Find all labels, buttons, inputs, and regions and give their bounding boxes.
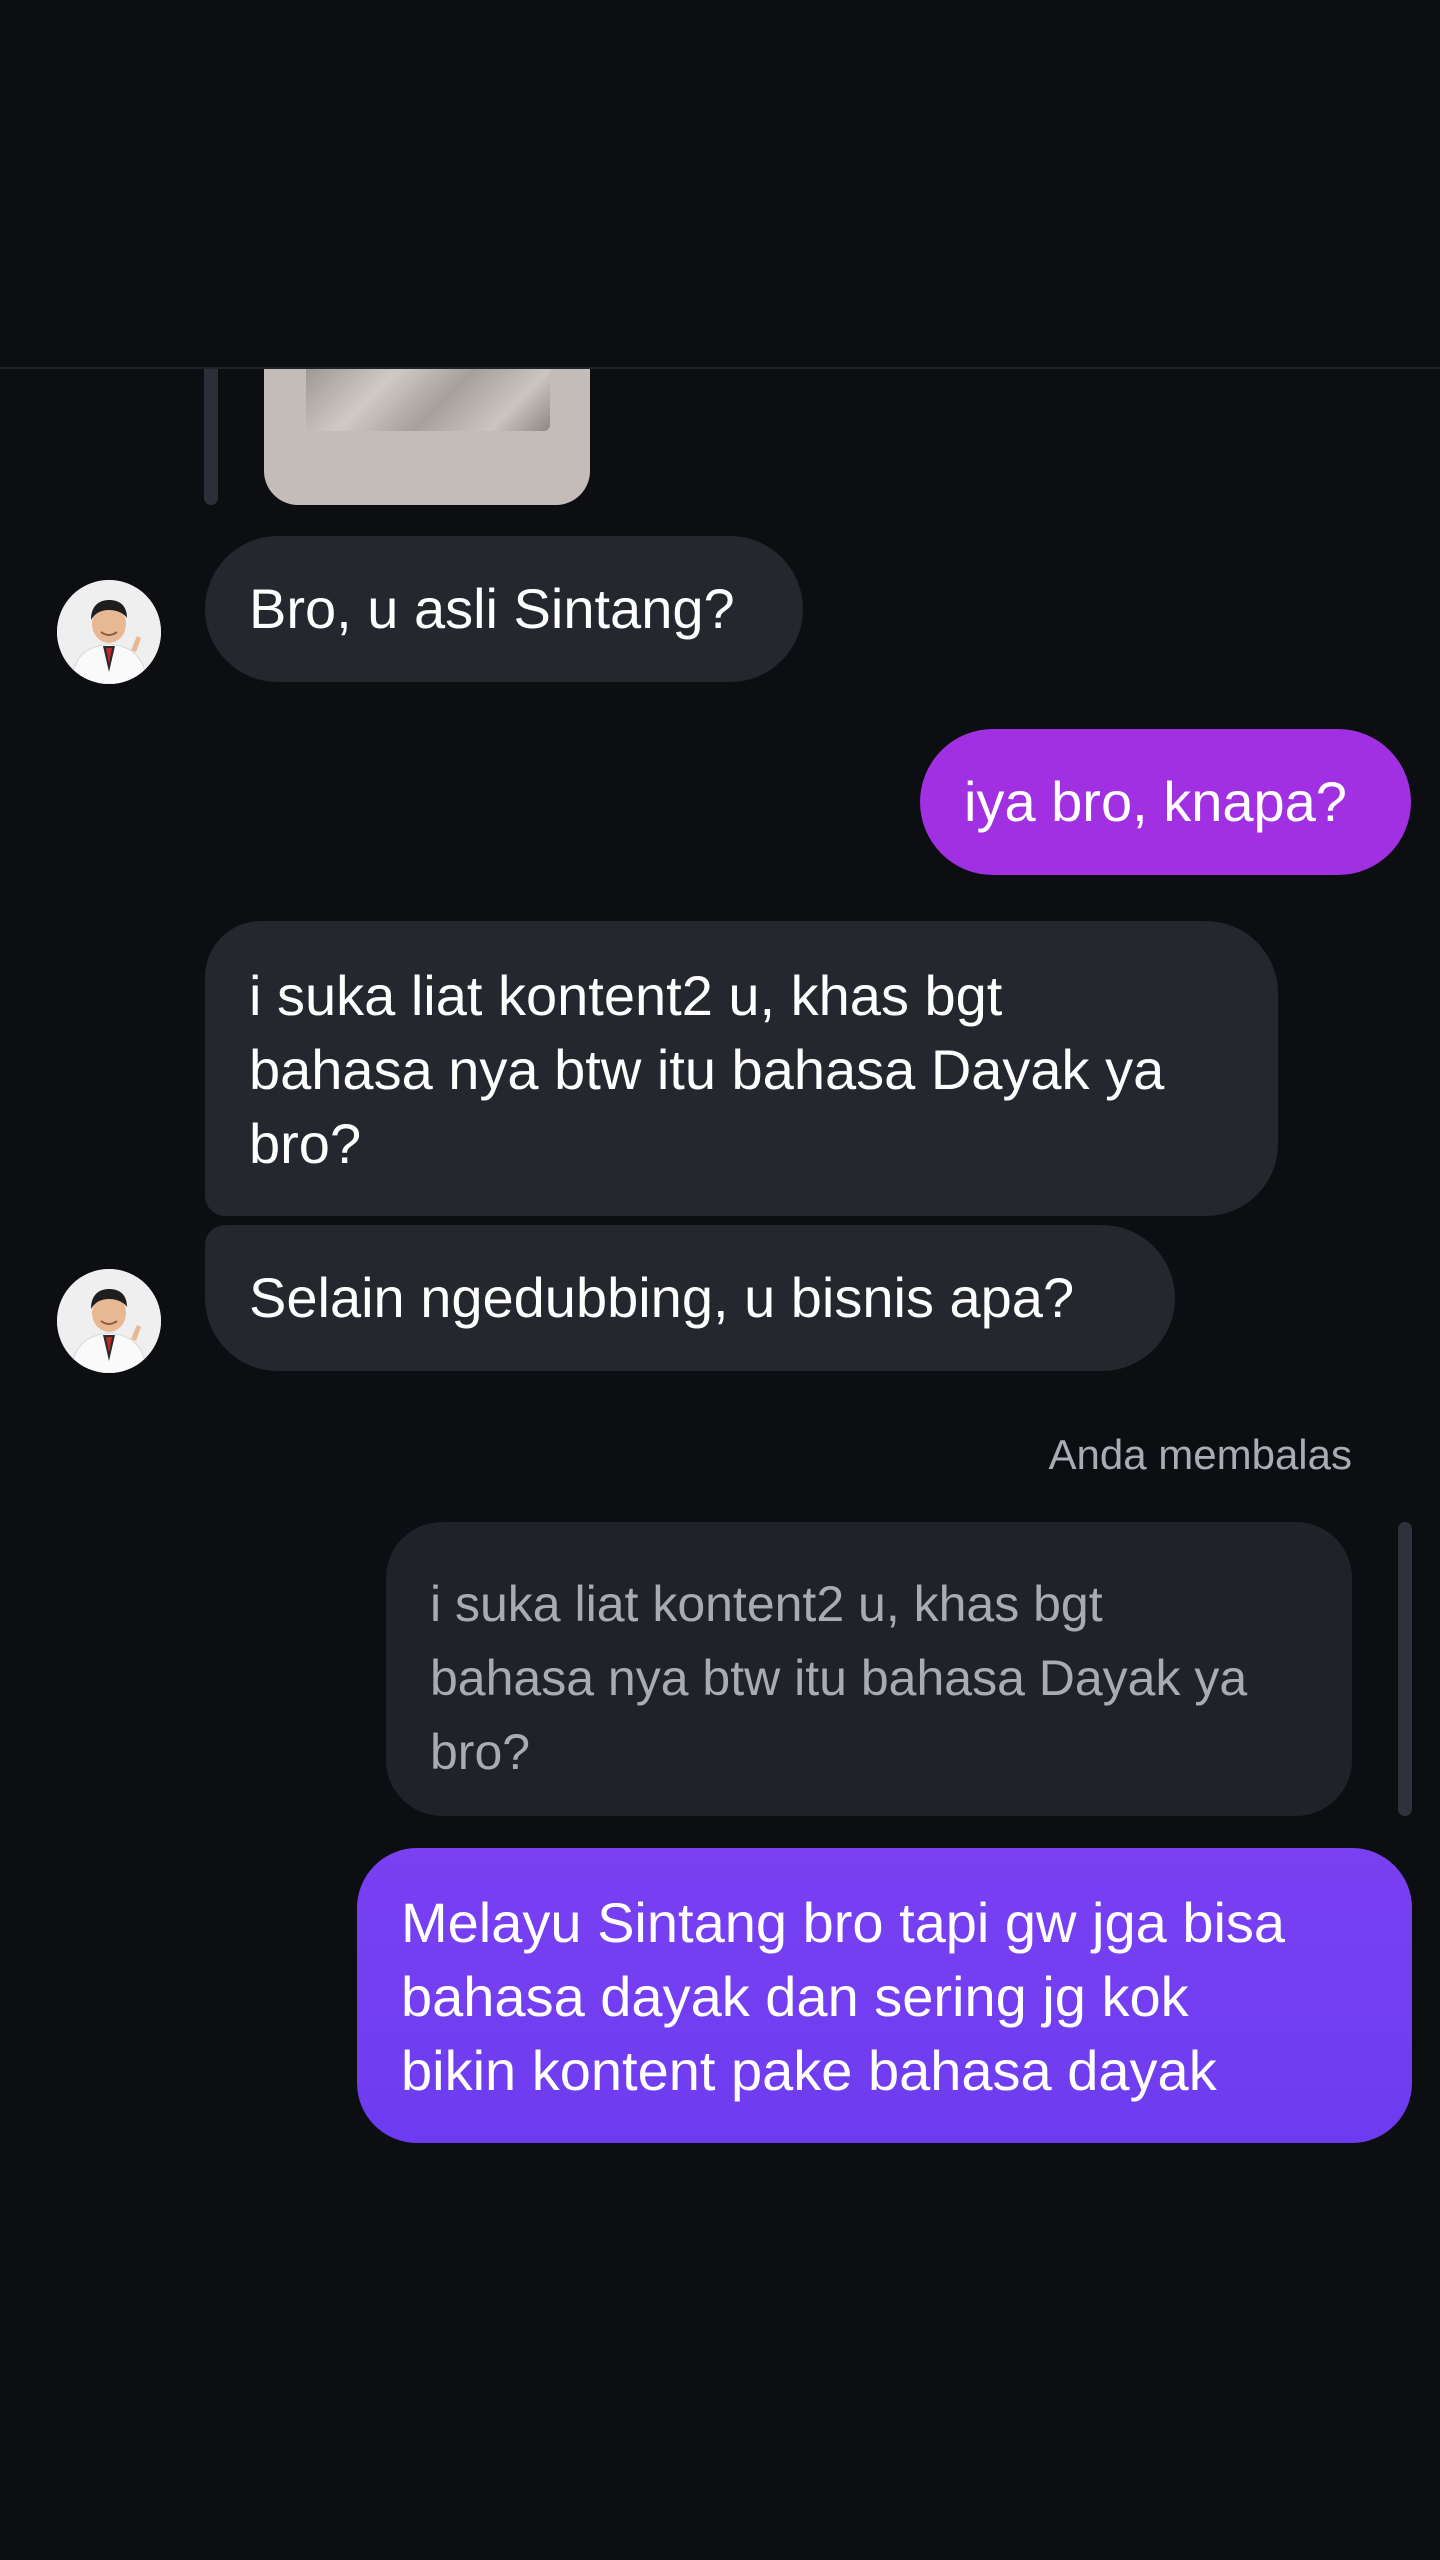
message-bubble-incoming[interactable]: Selain ngedubbing, u bisnis apa?	[205, 1225, 1175, 1371]
message-text: iya bro, knapa?	[964, 770, 1347, 833]
contact-avatar-image	[57, 1269, 161, 1373]
quote-indicator-bar	[1398, 1522, 1412, 1816]
message-text: Bro, u asli Sintang?	[249, 577, 735, 640]
quoted-message[interactable]: i suka liat kontent2 u, khas bgt bahasa …	[386, 1522, 1352, 1816]
message-text-line: bikin kontent pake bahasa dayak	[401, 2039, 1217, 2102]
message-bubble-outgoing[interactable]: iya bro, knapa?	[920, 729, 1411, 875]
quoted-text-line: bahasa nya btw itu bahasa Dayak ya	[430, 1650, 1248, 1706]
message-text-line: bro?	[249, 1112, 362, 1175]
image-attachment-preview[interactable]	[264, 369, 590, 505]
message-text-line: Melayu Sintang bro tapi gw jga bisa	[401, 1891, 1286, 1954]
image-attachment-thumbnail[interactable]	[306, 369, 550, 431]
quoted-text-line: bro?	[430, 1724, 531, 1780]
message-text-line: bahasa dayak dan sering jg kok	[401, 1965, 1189, 2028]
message-text-line: i suka liat kontent2 u, khas bgt	[249, 964, 1003, 1027]
message-bubble-incoming[interactable]: Bro, u asli Sintang?	[205, 536, 803, 682]
message-text-line: bahasa nya btw itu bahasa Dayak ya	[249, 1038, 1165, 1101]
reply-indicator-bar	[204, 369, 218, 505]
message-bubble-outgoing[interactable]: Melayu Sintang bro tapi gw jga bisa baha…	[357, 1848, 1412, 2143]
quoted-text-line: i suka liat kontent2 u, khas bgt	[430, 1576, 1103, 1632]
contact-avatar-image	[57, 580, 161, 684]
top-blank-area	[0, 0, 1440, 367]
message-bubble-incoming[interactable]: i suka liat kontent2 u, khas bgt bahasa …	[205, 921, 1278, 1216]
contact-avatar-icon[interactable]	[57, 580, 161, 684]
contact-avatar-icon[interactable]	[57, 1269, 161, 1373]
message-text: Selain ngedubbing, u bisnis apa?	[249, 1266, 1075, 1329]
reply-label: Anda membalas	[1048, 1431, 1353, 1478]
